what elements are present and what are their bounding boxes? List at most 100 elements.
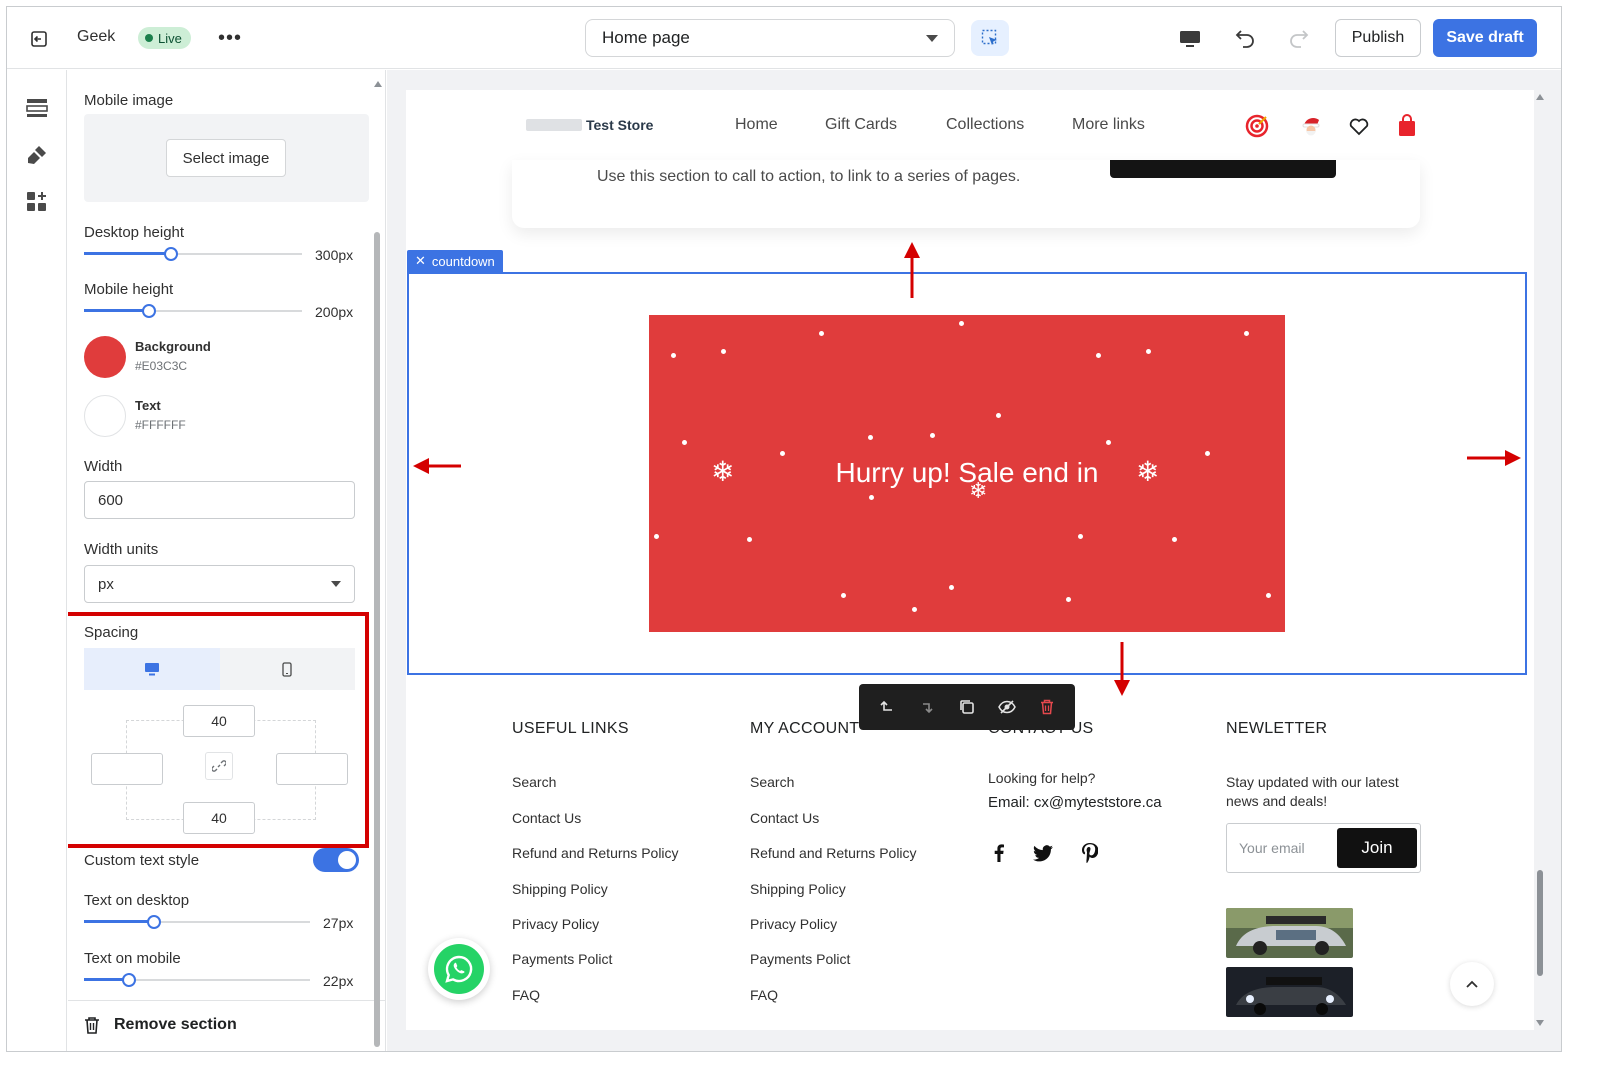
footer-link[interactable]: Privacy Policy bbox=[512, 916, 599, 932]
footer-link[interactable]: Shipping Policy bbox=[512, 881, 608, 897]
undo-icon[interactable] bbox=[1231, 24, 1261, 52]
call-to-action-card[interactable]: Use this section to call to action, to l… bbox=[512, 160, 1420, 228]
save-draft-button[interactable]: Save draft bbox=[1433, 19, 1537, 57]
car-thumbnail[interactable] bbox=[1226, 908, 1353, 958]
storefront-preview: Test Store Home Gift Cards Collections M… bbox=[406, 90, 1534, 1030]
preview-canvas: Test Store Home Gift Cards Collections M… bbox=[387, 70, 1561, 1051]
footer-link[interactable]: Payments Polict bbox=[750, 951, 850, 967]
link-icon[interactable] bbox=[205, 752, 233, 780]
delete-icon[interactable] bbox=[1035, 695, 1059, 719]
spacing-mobile-tab[interactable] bbox=[219, 648, 355, 690]
desktop-icon[interactable] bbox=[1175, 25, 1205, 53]
background-color-swatch[interactable] bbox=[84, 336, 126, 378]
shopping-bag-icon[interactable] bbox=[1394, 113, 1420, 139]
arrow-left-annotation bbox=[413, 458, 461, 474]
mobile-image-dropzone[interactable]: Select image bbox=[84, 114, 369, 202]
heart-icon[interactable] bbox=[1346, 113, 1372, 139]
car-thumbnail[interactable] bbox=[1226, 967, 1353, 1017]
footer-link[interactable]: Search bbox=[750, 774, 794, 790]
spacing-top-input[interactable]: 40 bbox=[183, 705, 255, 737]
text-color-swatch[interactable] bbox=[84, 395, 126, 437]
contact-email[interactable]: Email: cx@myteststore.ca bbox=[988, 794, 1162, 811]
footer-link[interactable]: Shipping Policy bbox=[750, 881, 846, 897]
chevron-up-icon bbox=[1466, 980, 1478, 988]
status-badge: Live bbox=[138, 27, 191, 49]
scroll-down-icon[interactable] bbox=[1536, 1020, 1544, 1026]
join-button[interactable]: Join bbox=[1337, 828, 1417, 868]
footer-link[interactable]: Privacy Policy bbox=[750, 916, 837, 932]
footer-link[interactable]: Refund and Returns Policy bbox=[512, 845, 679, 861]
slider-thumb[interactable] bbox=[164, 247, 178, 261]
santa-icon[interactable] bbox=[1299, 113, 1325, 139]
width-units-select[interactable]: px bbox=[84, 565, 355, 603]
footer-link[interactable]: Contact Us bbox=[512, 810, 581, 826]
text-desktop-slider[interactable] bbox=[84, 915, 310, 929]
custom-text-style-toggle[interactable] bbox=[313, 848, 359, 872]
more-icon[interactable]: ••• bbox=[215, 25, 245, 51]
select-element-icon[interactable] bbox=[971, 20, 1009, 56]
nav-link-more-links[interactable]: More links bbox=[1072, 116, 1145, 134]
panel-scroll-thumb[interactable] bbox=[374, 232, 380, 1047]
desktop-height-value: 300px bbox=[315, 247, 354, 263]
nav-link-gift-cards[interactable]: Gift Cards bbox=[825, 116, 897, 134]
newsletter-email-input[interactable]: Your email bbox=[1239, 840, 1305, 856]
spacing-bottom-input[interactable]: 40 bbox=[183, 802, 255, 834]
exit-icon[interactable] bbox=[25, 25, 53, 53]
whatsapp-button[interactable] bbox=[428, 938, 490, 1000]
footer-link[interactable]: FAQ bbox=[512, 987, 540, 1003]
scroll-to-top-button[interactable] bbox=[1450, 962, 1494, 1006]
snow-dot bbox=[721, 349, 726, 354]
theme-style-icon[interactable] bbox=[25, 143, 49, 167]
pinterest-icon[interactable] bbox=[1079, 843, 1099, 863]
nav-link-collections[interactable]: Collections bbox=[946, 116, 1024, 134]
page-selector-value: Home page bbox=[602, 28, 690, 47]
slider-thumb[interactable] bbox=[142, 304, 156, 318]
footer-link[interactable]: Refund and Returns Policy bbox=[750, 845, 917, 861]
select-image-button[interactable]: Select image bbox=[166, 139, 286, 177]
nav-link-home[interactable]: Home bbox=[735, 116, 778, 134]
footer-link[interactable]: Contact Us bbox=[750, 810, 819, 826]
move-down-icon[interactable] bbox=[915, 695, 939, 719]
my-account-title: MY ACCOUNT bbox=[750, 720, 860, 737]
cta-button[interactable] bbox=[1110, 160, 1336, 178]
section-tag[interactable]: ✕ countdown bbox=[407, 250, 503, 272]
duplicate-icon[interactable] bbox=[955, 695, 979, 719]
footer-link[interactable]: Search bbox=[512, 774, 556, 790]
spacing-desktop-tab[interactable] bbox=[84, 648, 220, 690]
mobile-height-label: Mobile height bbox=[84, 281, 174, 298]
footer-link[interactable]: Payments Polict bbox=[512, 951, 612, 967]
publish-button[interactable]: Publish bbox=[1335, 19, 1421, 57]
preview-scroll-thumb[interactable] bbox=[1537, 870, 1543, 976]
scroll-up-icon[interactable] bbox=[1536, 94, 1544, 100]
scroll-up-icon[interactable] bbox=[374, 81, 382, 87]
spacing-right-input[interactable] bbox=[276, 753, 348, 785]
width-units-label: Width units bbox=[84, 541, 159, 558]
desktop-height-slider[interactable] bbox=[84, 247, 302, 261]
page-selector[interactable]: Home page bbox=[585, 19, 955, 57]
apps-icon[interactable] bbox=[25, 190, 49, 214]
width-input[interactable]: 600 bbox=[84, 481, 355, 519]
preview-scrollbar[interactable] bbox=[1535, 90, 1545, 1030]
snow-dot bbox=[1205, 451, 1210, 456]
slider-thumb[interactable] bbox=[122, 973, 136, 987]
snow-dot bbox=[1096, 353, 1101, 358]
target-icon[interactable] bbox=[1244, 113, 1270, 139]
close-icon[interactable]: ✕ bbox=[415, 253, 426, 269]
footer-link[interactable]: FAQ bbox=[750, 987, 778, 1003]
snow-dot bbox=[1066, 597, 1071, 602]
twitter-icon[interactable] bbox=[1033, 843, 1053, 863]
hide-icon[interactable] bbox=[995, 695, 1019, 719]
text-mobile-slider[interactable] bbox=[84, 973, 310, 987]
mobile-height-slider[interactable] bbox=[84, 304, 302, 318]
remove-section-button[interactable]: Remove section bbox=[84, 1016, 237, 1034]
snow-dot bbox=[1078, 534, 1083, 539]
spacing-left-input[interactable] bbox=[91, 753, 163, 785]
sections-icon[interactable] bbox=[25, 96, 49, 120]
store-logo[interactable]: Test Store bbox=[526, 117, 653, 133]
redo-icon[interactable] bbox=[1283, 24, 1313, 52]
panel-scrollbar[interactable] bbox=[373, 77, 382, 1051]
countdown-banner[interactable]: ❄ ❄ ❄ Hurry up! Sale end in bbox=[649, 315, 1285, 632]
facebook-icon[interactable] bbox=[989, 843, 1009, 863]
slider-thumb[interactable] bbox=[147, 915, 161, 929]
move-up-icon[interactable] bbox=[875, 695, 899, 719]
